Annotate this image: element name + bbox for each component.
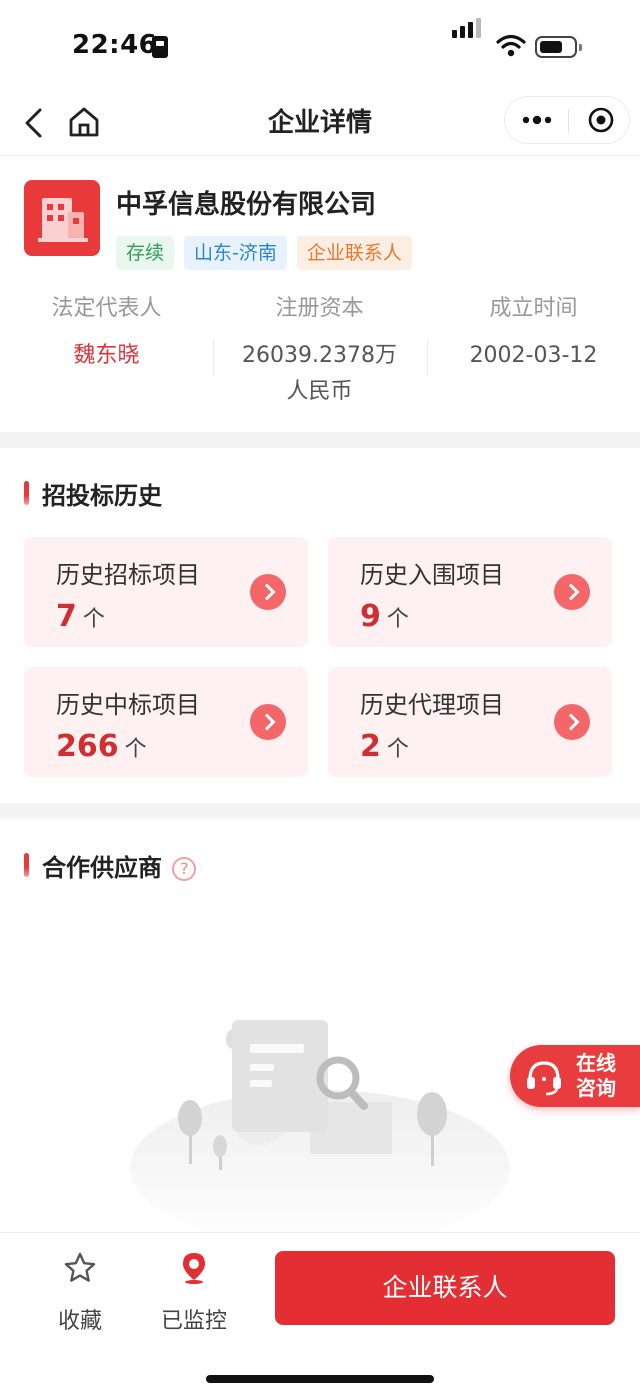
contact-tag[interactable]: 企业联系人 (296, 236, 412, 270)
company-tags: 存续 山东-济南 企业联系人 (116, 236, 412, 270)
star-icon (64, 1252, 96, 1282)
bottom-action-bar: 收藏 已监控 企业联系人 (0, 1232, 640, 1391)
section-gap (0, 803, 640, 819)
favorite-label: 收藏 (57, 1309, 102, 1334)
status-bar: 22:46 (0, 0, 640, 92)
headset-icon (527, 1061, 561, 1096)
more-options-icon[interactable] (517, 105, 557, 135)
card-label: 历史代理项目 (360, 691, 504, 719)
chevron-right-icon[interactable] (554, 574, 590, 610)
company-header: 中孚信息股份有限公司 存续 山东-济南 企业联系人 法定代表人 魏东晓 注册资本… (0, 156, 640, 432)
info-label: 注册资本 (275, 296, 364, 321)
card-value: 266 个 (56, 729, 147, 764)
history-winning-bid-card[interactable]: 历史中标项目 266 个 (24, 667, 308, 777)
chevron-right-icon[interactable] (250, 704, 286, 740)
chevron-right-icon[interactable] (554, 704, 590, 740)
favorite-button[interactable]: 收藏 (30, 1251, 130, 1335)
battery-icon (535, 36, 582, 58)
consult-label: 在线 咨询 (576, 1051, 616, 1100)
history-tender-card[interactable]: 历史招标项目 7个 (24, 537, 308, 647)
card-value: 9个 (360, 599, 409, 634)
miniprogram-capsule (504, 96, 630, 144)
card-label: 历史入围项目 (360, 561, 504, 589)
legal-representative: 法定代表人 魏东晓 (0, 292, 213, 374)
bidding-history-title: 招投标历史 (24, 476, 162, 511)
screen-lock-icon (152, 36, 168, 58)
established-date-value: 2002-03-12 (469, 343, 598, 368)
suppliers-title-text: 合作供应商 (42, 854, 162, 882)
legal-representative-value[interactable]: 魏东晓 (0, 338, 213, 374)
help-icon[interactable]: ? (172, 857, 197, 881)
capsule-divider (568, 109, 569, 133)
monitor-location-icon (183, 1253, 205, 1284)
building-icon (38, 198, 88, 242)
suppliers-title: 合作供应商 ? (24, 848, 197, 883)
card-value: 7个 (56, 599, 105, 634)
card-label: 历史招标项目 (56, 561, 200, 589)
empty-state-illustration (130, 1020, 510, 1233)
established-date: 成立时间 2002-03-12 (427, 292, 640, 374)
chevron-right-icon[interactable] (250, 574, 286, 610)
nav-bar: 企业详情 (0, 92, 640, 156)
registered-capital-value: 26039.2378万 (242, 343, 397, 368)
monitor-label: 已监控 (160, 1309, 227, 1334)
card-label: 历史中标项目 (56, 691, 200, 719)
status-time: 22:46 (72, 30, 158, 60)
wifi-icon (496, 34, 526, 57)
registered-capital-currency: 人民币 (286, 379, 353, 404)
monitor-button[interactable]: 已监控 (144, 1251, 244, 1335)
card-value: 2个 (360, 729, 409, 764)
history-shortlist-card[interactable]: 历史入围项目 9个 (328, 537, 612, 647)
section-gap (0, 432, 640, 448)
company-name: 中孚信息股份有限公司 (116, 190, 377, 220)
close-miniprogram-icon[interactable] (581, 105, 621, 135)
company-contact-button[interactable]: 企业联系人 (275, 1251, 615, 1325)
region-tag: 山东-济南 (184, 236, 287, 270)
info-label: 法定代表人 (51, 296, 162, 321)
info-label: 成立时间 (489, 296, 578, 321)
registered-capital: 注册资本 26039.2378万 人民币 (213, 292, 426, 410)
company-info-row: 法定代表人 魏东晓 注册资本 26039.2378万 人民币 成立时间 2002… (0, 292, 640, 412)
company-logo (24, 180, 100, 256)
home-indicator (206, 1375, 434, 1383)
history-agency-card[interactable]: 历史代理项目 2个 (328, 667, 612, 777)
status-tag: 存续 (116, 236, 175, 270)
online-consult-button[interactable]: 在线 咨询 (510, 1045, 640, 1107)
